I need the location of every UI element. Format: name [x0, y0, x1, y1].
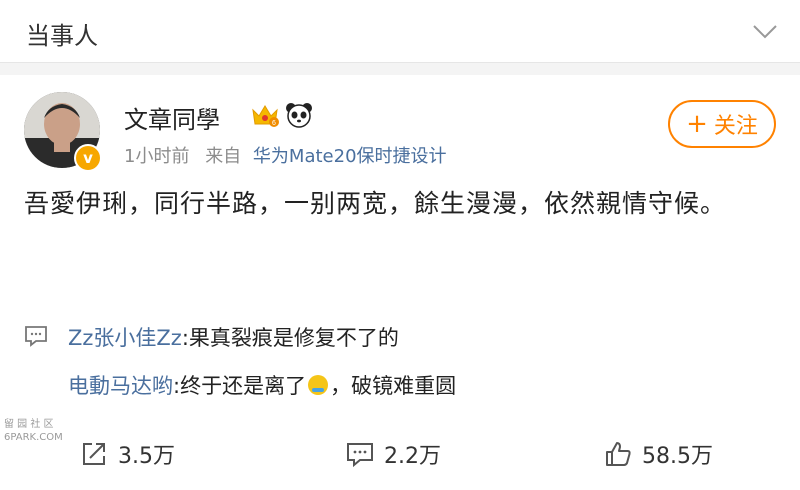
panda-icon [286, 103, 312, 128]
username[interactable]: 文章同學 [124, 100, 220, 135]
comment-icon [347, 443, 373, 468]
post-source[interactable]: 华为Mate20保时捷设计 [253, 146, 447, 167]
follow-button[interactable]: + 关注 [668, 100, 776, 148]
repost-icon [83, 443, 105, 465]
repost-count: 3.5万 [118, 444, 175, 469]
follow-label: 关注 [713, 114, 758, 139]
comment-text: :果真裂痕是修复不了的 [181, 326, 399, 350]
repost-button[interactable]: 3.5万 [80, 438, 175, 470]
svg-text:6: 6 [272, 120, 276, 127]
comment-text-tail: ，破镜难重圆 [330, 374, 457, 398]
verified-badge: v [74, 144, 102, 172]
chevron-down-icon[interactable] [752, 18, 778, 44]
page-title: 当事人 [26, 22, 98, 50]
like-count: 58.5万 [642, 444, 713, 469]
comment-preview[interactable]: Zz张小佳Zz:果真裂痕是修复不了的 电動马达哟:终于还是离了 ，破镜难重圆 [24, 318, 784, 414]
action-bar: 3.5万 2.2万 58.5万 [0, 424, 800, 484]
post-meta: 1小时前 来自 华为Mate20保时捷设计 [124, 142, 447, 168]
like-icon [606, 442, 631, 466]
comment-author[interactable]: 电動马达哟 [68, 374, 173, 398]
top-bar: 当事人 [0, 0, 800, 63]
post-content: 吾愛伊琍，同行半路，一别两宽，餘生漫漫，依然親情守候。 [24, 189, 727, 218]
crown-icon: 6 [252, 105, 279, 127]
section-divider [0, 63, 800, 75]
comment-button[interactable]: 2.2万 [346, 438, 441, 470]
comment-author[interactable]: Zz张小佳Zz [68, 326, 182, 350]
comment-count: 2.2万 [384, 444, 441, 469]
source-prefix: 来自 [205, 146, 242, 167]
comment-item[interactable]: Zz张小佳Zz:果真裂痕是修复不了的 [24, 318, 784, 366]
comment-item[interactable]: 电動马达哟:终于还是离了 ，破镜难重圆 [24, 366, 784, 414]
comment-text: :终于还是离了 [173, 374, 307, 398]
comment-icon [25, 326, 47, 347]
emoji-icon [308, 375, 329, 395]
like-button[interactable]: 58.5万 [604, 438, 713, 470]
post-time: 1小时前 [124, 146, 190, 167]
plus-icon: + [686, 109, 708, 139]
